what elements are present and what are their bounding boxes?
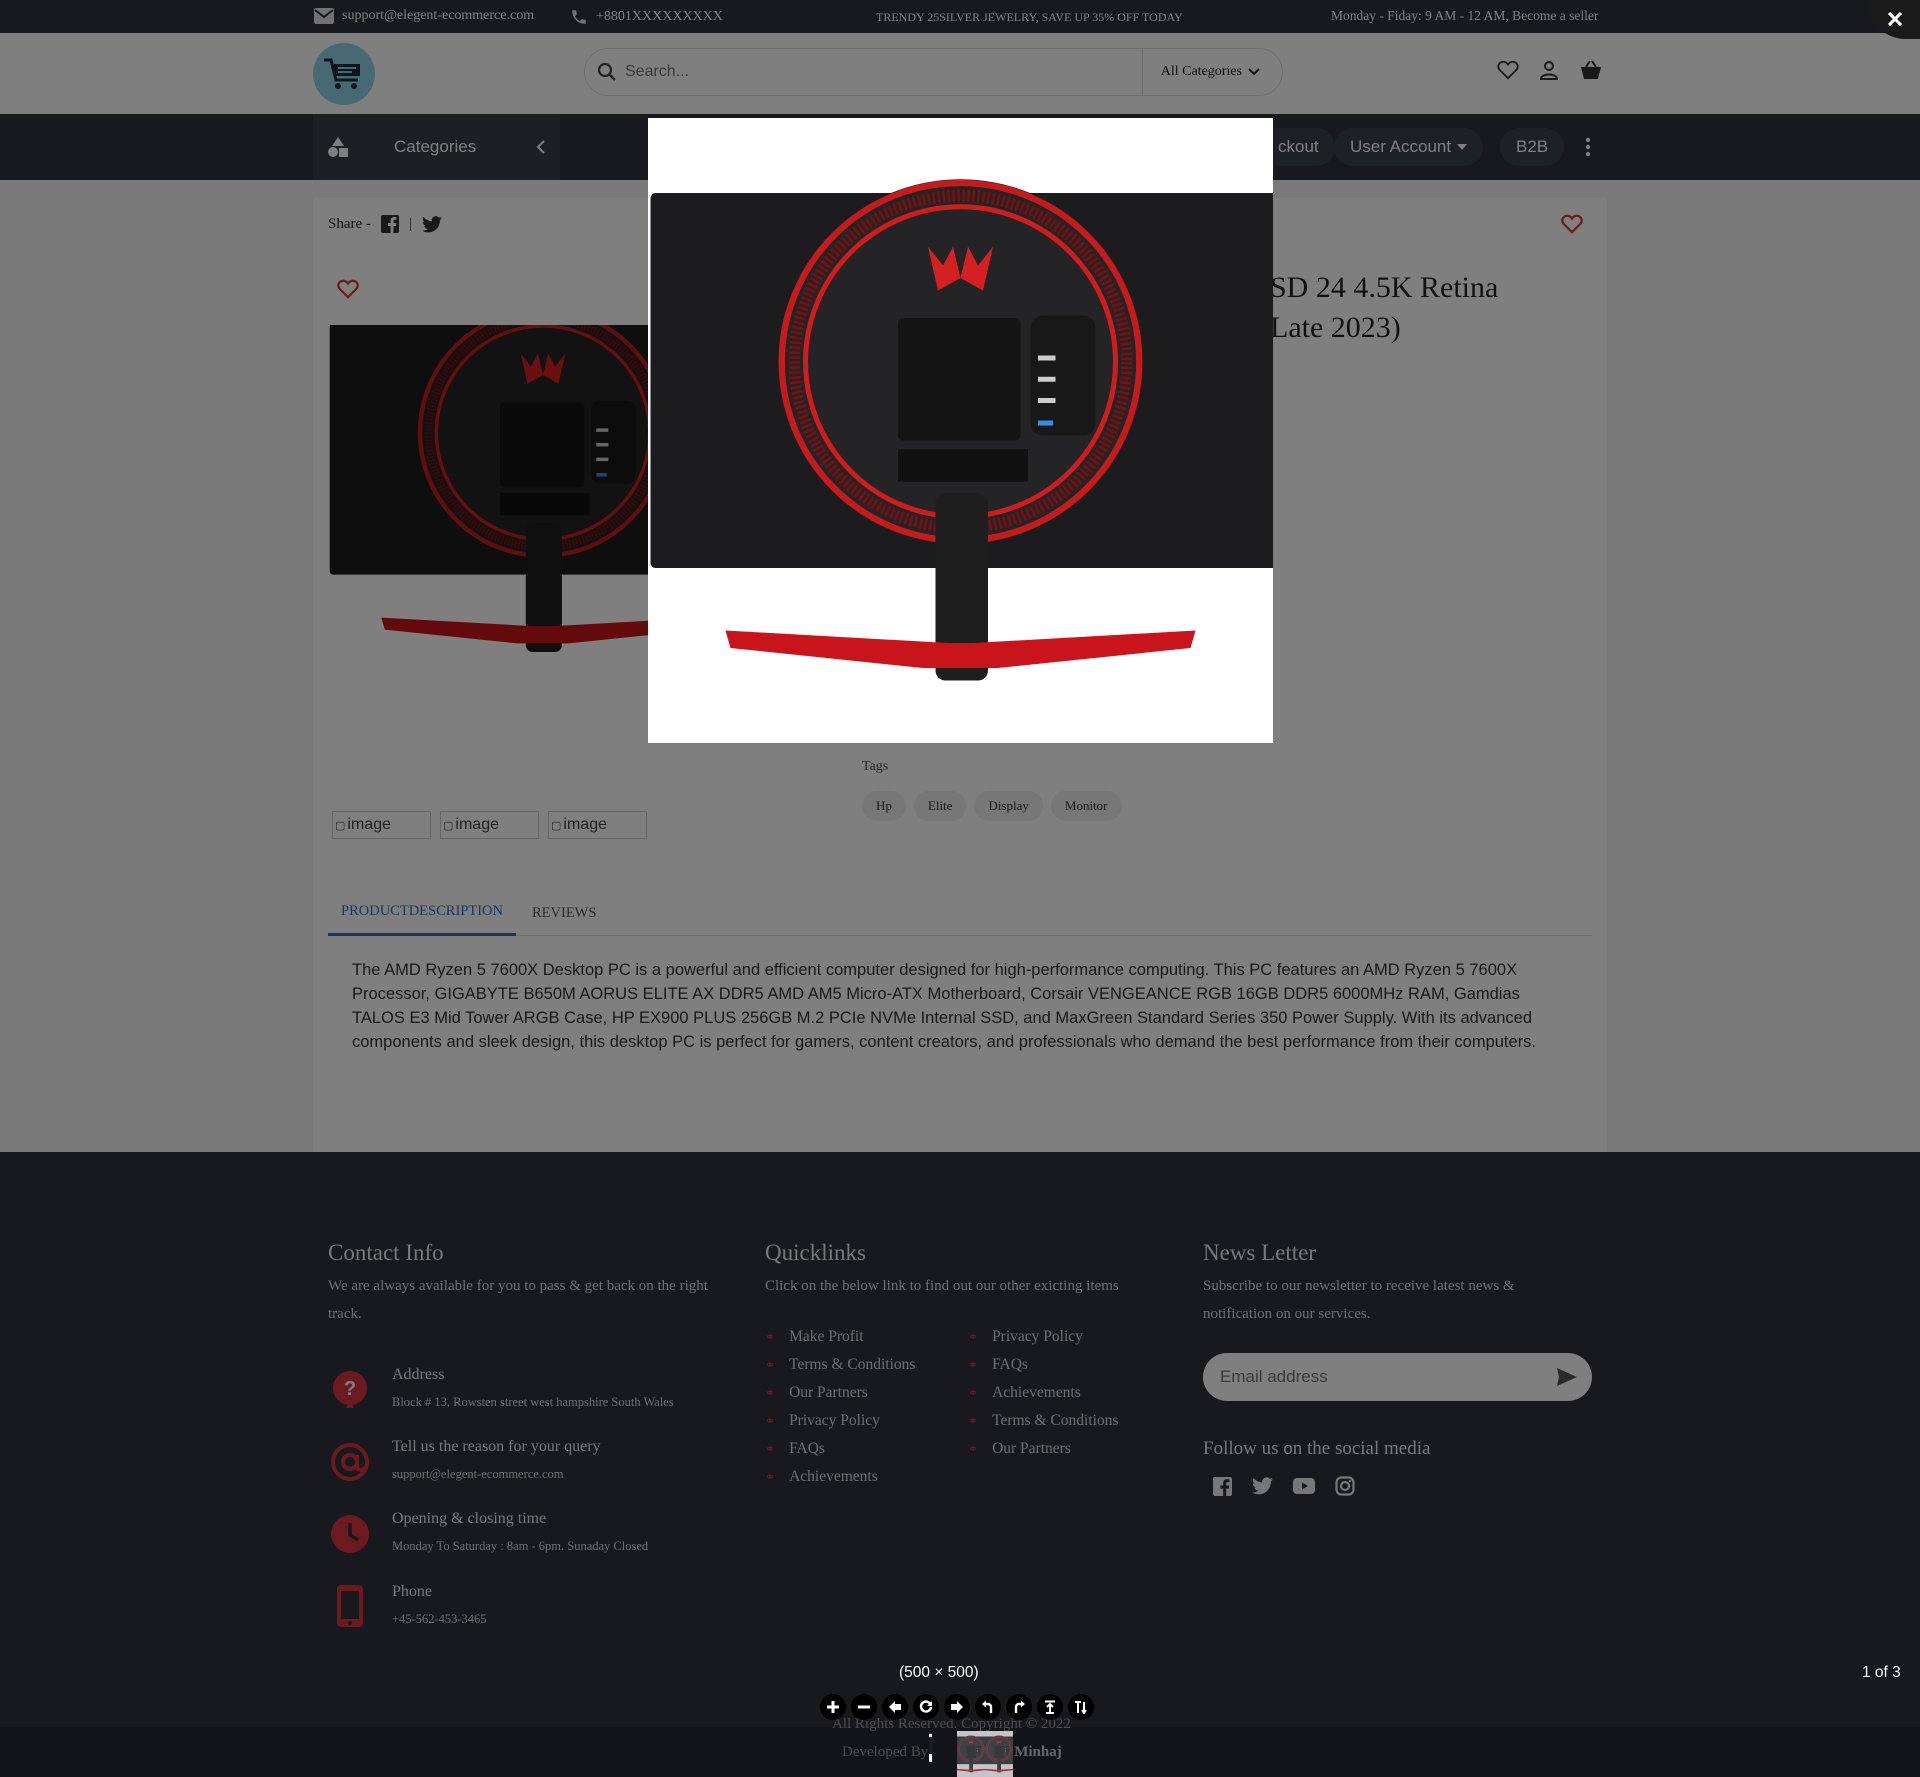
image-viewer-image[interactable] [648,118,1273,743]
zoom-in-button[interactable] [820,1694,846,1720]
rotate-right-icon [1014,1700,1025,1713]
viewer-thumb-1[interactable] [929,1731,957,1777]
rotate-right-button[interactable] [1006,1694,1032,1720]
close-icon [1888,11,1902,26]
flip-horizontal-button[interactable] [1068,1694,1094,1720]
reset-icon [919,1700,933,1713]
zoom-out-icon [858,1705,870,1709]
viewer-thumb-3[interactable] [985,1731,1013,1777]
rotate-left-icon [982,1700,993,1713]
viewer-counter: 1 of 3 [1862,1664,1901,1681]
rotate-left-button[interactable] [975,1694,1001,1720]
zoom-out-button[interactable] [851,1694,877,1720]
flip-vertical-button[interactable] [1037,1694,1063,1720]
reset-button[interactable] [913,1694,939,1720]
prev-button[interactable] [882,1694,908,1720]
viewer-thumbnails [929,1731,1013,1777]
next-button[interactable] [944,1694,970,1720]
flip-vertical-icon [1045,1700,1055,1714]
viewer-thumb-2[interactable] [957,1731,985,1777]
prev-icon [889,1701,901,1713]
viewer-image-dimensions: (500 × 500) [899,1664,979,1681]
flip-horizontal-icon [1075,1701,1087,1714]
zoom-in-icon [827,1701,839,1713]
next-icon [951,1701,963,1713]
viewer-toolbar [820,1694,1094,1720]
